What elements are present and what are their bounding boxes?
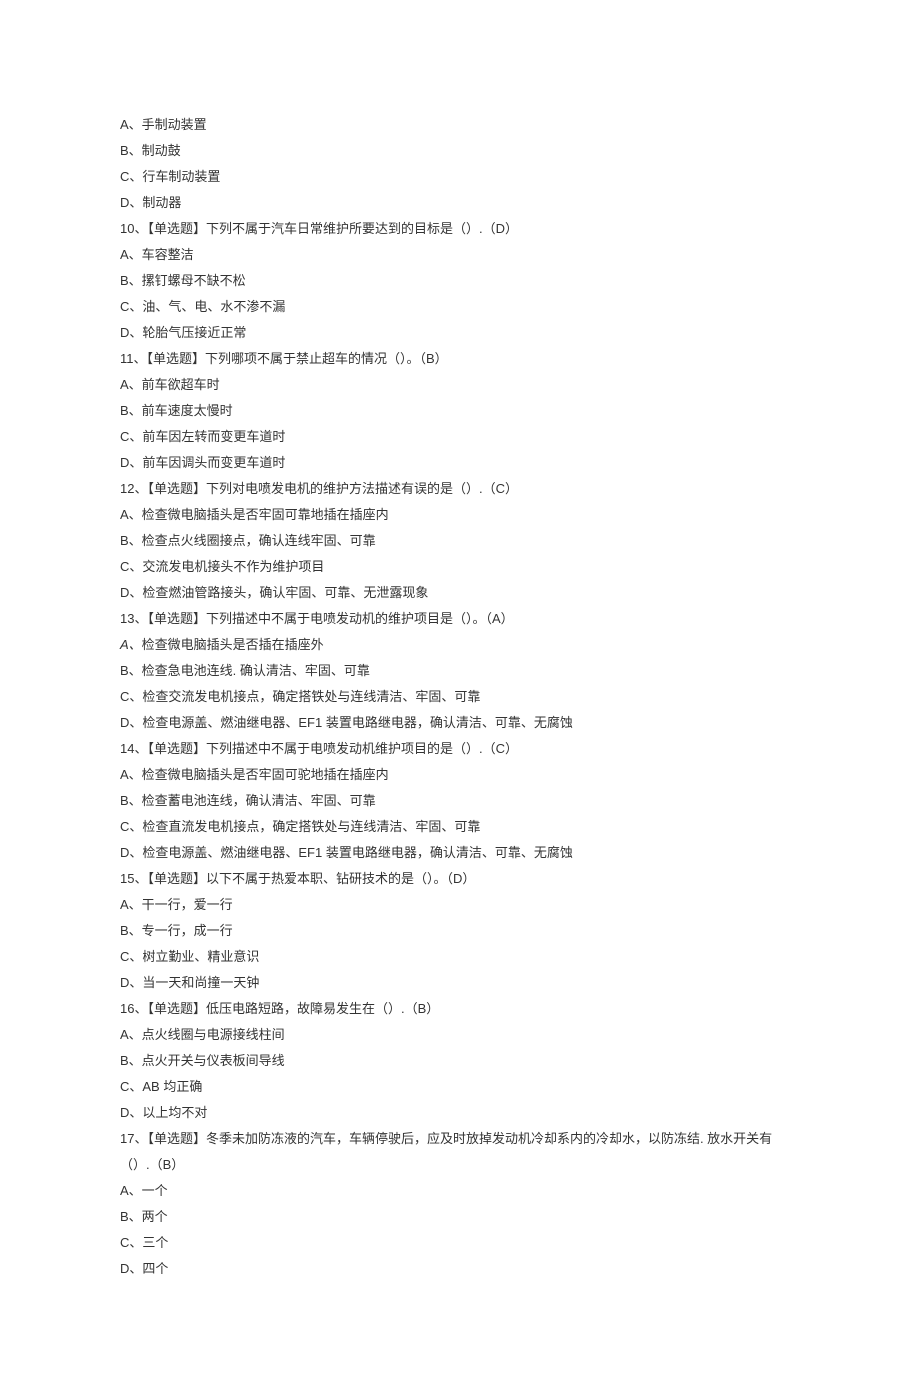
document-line: C、检查交流发电机接点，确定搭铁处与连线清洁、牢固、可靠 — [120, 684, 800, 710]
document-line: A、车容整洁 — [120, 242, 800, 268]
document-line: A、干一行，爱一行 — [120, 892, 800, 918]
document-line: A、一个 — [120, 1178, 800, 1204]
document-line: D、轮胎气压接近正常 — [120, 320, 800, 346]
document-line: B、专一行，成一行 — [120, 918, 800, 944]
document-line: C、AB 均正确 — [120, 1074, 800, 1100]
document-line: 11、【单选题】下列哪项不属于禁止超车的情况（）。（B） — [120, 346, 800, 372]
document-line: D、检查电源盖、燃油继电器、EF1 装置电路继电器，确认清洁、可靠、无腐蚀 — [120, 710, 800, 736]
line-text: 检查微电脑插头是否插在插座外 — [142, 637, 324, 652]
document-line: C、前车因左转而变更车道时 — [120, 424, 800, 450]
document-line: D、制动器 — [120, 190, 800, 216]
document-line: C、检查直流发电机接点，确定搭铁处与连线清洁、牢固、可靠 — [120, 814, 800, 840]
document-line: B、检查点火线圈接点，确认连线牢固、可靠 — [120, 528, 800, 554]
document-line: D、当一天和尚撞一天钟 — [120, 970, 800, 996]
document-line: A、点火线圈与电源接线柱间 — [120, 1022, 800, 1048]
document-line: 17、【单选题】冬季未加防冻液的汽车，车辆停驶后，应及时放掉发动机冷却系内的冷却… — [120, 1126, 800, 1178]
document-line: A、前车欲超车时 — [120, 372, 800, 398]
document-line: 16、【单选题】低压电路短路，故障易发生在（）.（B） — [120, 996, 800, 1022]
document-line: D、检查电源盖、燃油继电器、EF1 装置电路继电器，确认清洁、可靠、无腐蚀 — [120, 840, 800, 866]
document-line: 12、【单选题】下列对电喷发电机的维护方法描述有误的是（）.（C） — [120, 476, 800, 502]
document-line: B、前车速度太慢时 — [120, 398, 800, 424]
document-line: C、三个 — [120, 1230, 800, 1256]
document-line: C、交流发电机接头不作为维护项目 — [120, 554, 800, 580]
document-line: B、点火开关与仪表板间导线 — [120, 1048, 800, 1074]
italic-prefix: A、 — [120, 637, 142, 652]
document-line: B、检查急电池连线. 确认清洁、牢固、可靠 — [120, 658, 800, 684]
document-line: 13、【单选题】下列描述中不属于电喷发动机的维护项目是（）。（A） — [120, 606, 800, 632]
document-line: A、检查微电脑插头是否插在插座外 — [120, 632, 800, 658]
document-line: C、树立勤业、精业意识 — [120, 944, 800, 970]
document-line: B、检查蓄电池连线，确认清洁、牢固、可靠 — [120, 788, 800, 814]
document-line: C、行车制动装置 — [120, 164, 800, 190]
document-line: D、前车因调头而变更车道时 — [120, 450, 800, 476]
document-line: C、油、气、电、水不渗不漏 — [120, 294, 800, 320]
document-line: B、制动鼓 — [120, 138, 800, 164]
document-line: D、四个 — [120, 1256, 800, 1282]
document-line: A、检查微电脑插头是否牢固可靠地插在插座内 — [120, 502, 800, 528]
document-line: 10、【单选题】下列不属于汽车日常维护所要达到的目标是（）.（D） — [120, 216, 800, 242]
document-line: A、手制动装置 — [120, 112, 800, 138]
document-line: B、两个 — [120, 1204, 800, 1230]
document-line: 14、【单选题】下列描述中不属于电喷发动机维护项目的是（）.（C） — [120, 736, 800, 762]
document-line: A、检查微电脑插头是否牢固可驼地插在插座内 — [120, 762, 800, 788]
document-line: 15、【单选题】以下不属于热爱本职、钻研技术的是（）。（D） — [120, 866, 800, 892]
document-line: D、检查燃油管路接头，确认牢固、可靠、无泄露现象 — [120, 580, 800, 606]
document-line: D、以上均不对 — [120, 1100, 800, 1126]
document-line: B、摞钉螺母不缺不松 — [120, 268, 800, 294]
